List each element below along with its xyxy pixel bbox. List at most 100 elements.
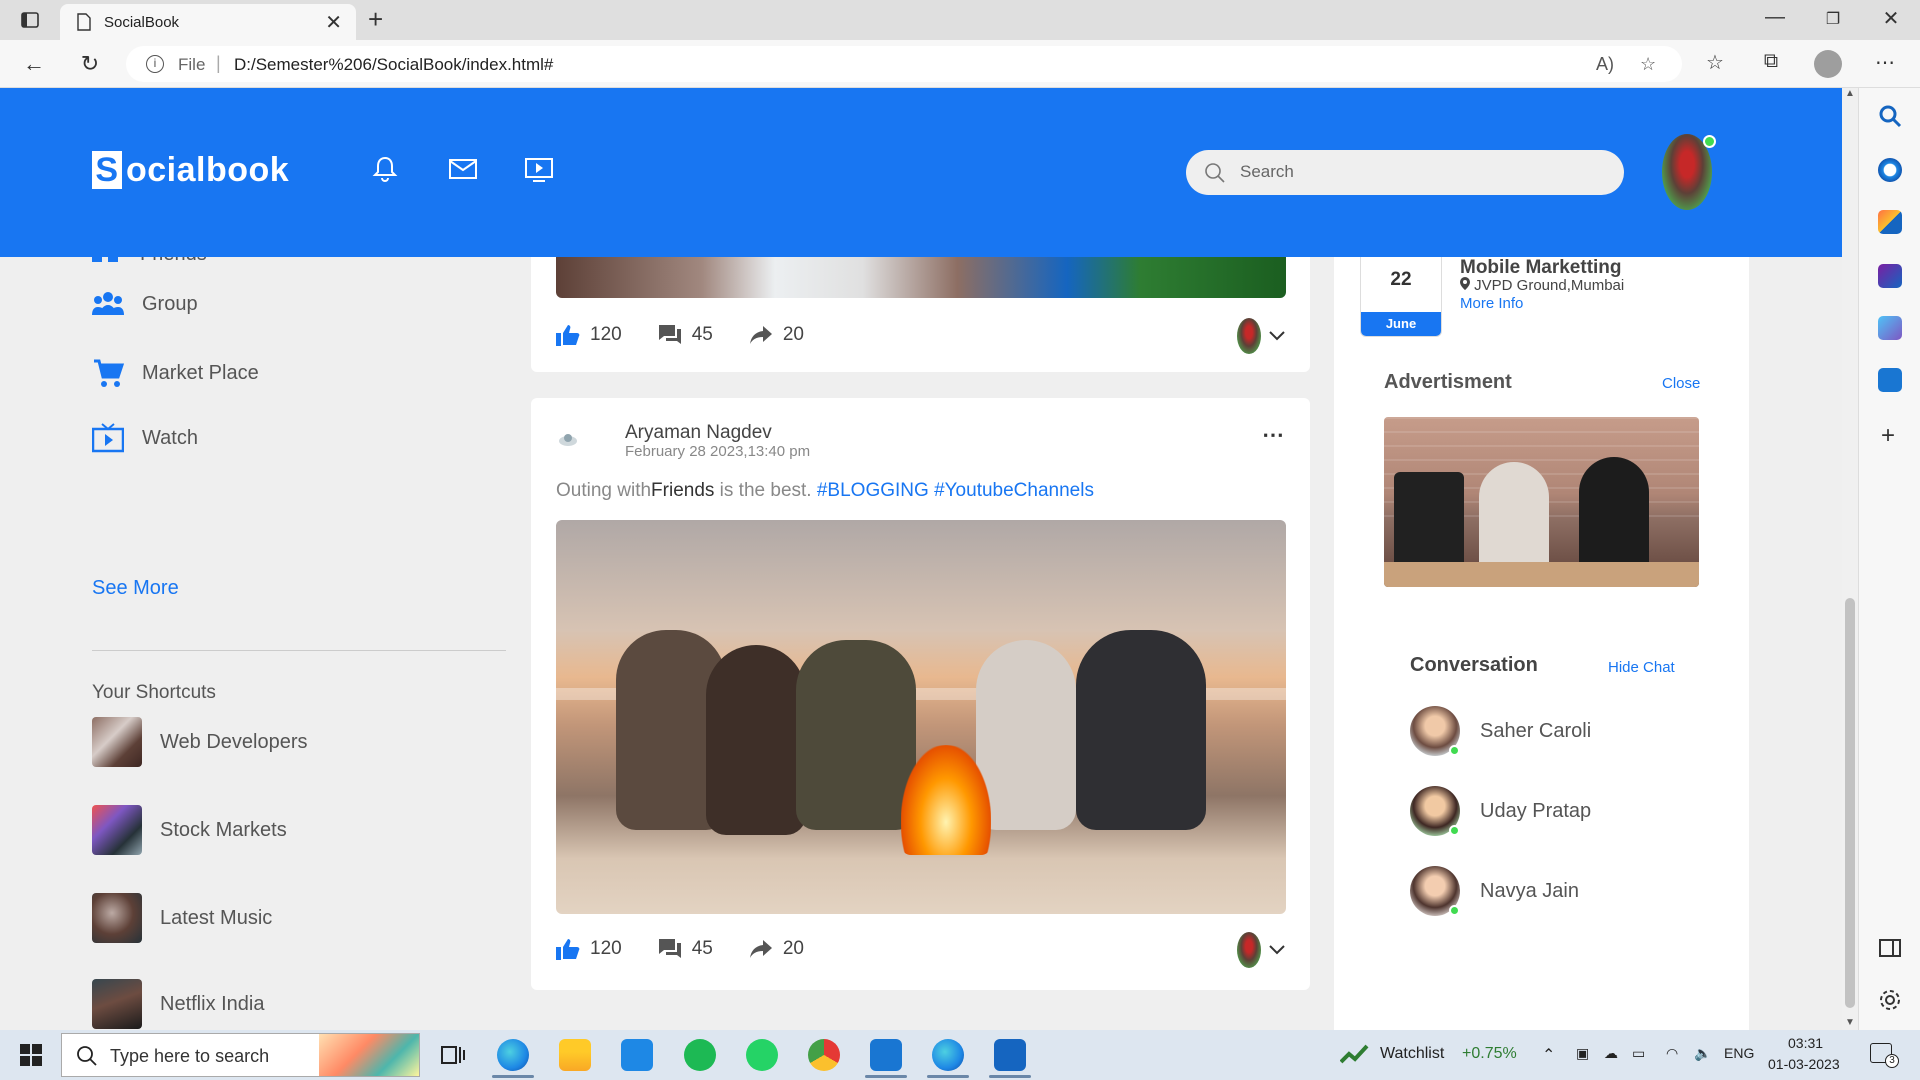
tab-actions-icon[interactable] (20, 10, 40, 30)
video-icon[interactable] (524, 154, 554, 184)
chrome-icon[interactable] (808, 1039, 840, 1071)
contact-item[interactable]: Uday Pratap (1410, 786, 1591, 836)
minimize-button[interactable]: — (1752, 6, 1798, 29)
ad-image[interactable] (1384, 417, 1699, 587)
author-avatar[interactable] (556, 428, 580, 452)
active-app-indicator (927, 1075, 969, 1078)
site-logo[interactable]: S ocialbook (92, 150, 289, 190)
ad-close-link[interactable]: Close (1662, 375, 1700, 392)
watchlist-change: +0.75% (1462, 1045, 1517, 1062)
address-bar[interactable]: i File | D:/Semester%206/SocialBook/inde… (126, 46, 1682, 82)
shortcut-thumbnail (92, 717, 142, 767)
collections-icon[interactable]: ⧉ (1756, 50, 1786, 73)
thumbs-up-icon (556, 325, 580, 346)
bing-chat-icon[interactable] (1878, 158, 1902, 182)
spotify-icon[interactable] (684, 1039, 716, 1071)
shortcut-thumbnail (92, 979, 142, 1029)
refresh-button[interactable]: ↻ (76, 50, 104, 78)
clock-time[interactable]: 03:31 (1788, 1035, 1823, 1051)
back-button[interactable]: ← (20, 50, 48, 78)
games-icon[interactable] (1878, 264, 1902, 288)
shortcut-web-developers[interactable]: Web Developers (92, 717, 307, 767)
sidebar-item-watch[interactable]: Watch (92, 423, 198, 453)
edge-icon[interactable] (497, 1039, 529, 1071)
search-input[interactable] (1240, 159, 1600, 185)
more-options-icon[interactable]: ⋯ (1262, 422, 1285, 448)
sidebar-item-market-place[interactable]: Market Place (92, 357, 259, 389)
notification-icon[interactable]: 3 (1870, 1043, 1899, 1068)
favorite-add-icon[interactable]: ☆ (1640, 54, 1656, 75)
vscode-icon[interactable] (870, 1039, 902, 1071)
info-icon[interactable]: i (146, 55, 164, 73)
device-icon[interactable]: ▣ (1576, 1045, 1589, 1062)
task-view-icon[interactable] (436, 1039, 468, 1071)
like-action[interactable]: 120 (556, 324, 622, 346)
shortcut-netflix-india[interactable]: Netflix India (92, 979, 265, 1029)
hashtag-link[interactable]: #YoutubeChannels (934, 480, 1094, 501)
scrollbar-thumb[interactable] (1845, 598, 1855, 1008)
close-tab-icon[interactable]: ✕ (325, 10, 342, 35)
hashtag-link[interactable]: #BLOGGING (817, 480, 929, 501)
post-image[interactable] (556, 520, 1286, 914)
scroll-down-icon[interactable]: ▼ (1845, 1017, 1855, 1028)
event-more-info-link[interactable]: More Info (1460, 295, 1523, 312)
close-window-button[interactable]: ✕ (1868, 6, 1914, 31)
favorites-icon[interactable]: ☆ (1700, 50, 1730, 75)
mail-icon[interactable] (621, 1039, 653, 1071)
clock-date[interactable]: 01-03-2023 (1768, 1056, 1840, 1072)
ad-heading: Advertisment (1384, 371, 1512, 393)
file-explorer-icon[interactable] (559, 1039, 591, 1071)
like-action[interactable]: 120 (556, 938, 622, 960)
profile-icon[interactable] (1814, 50, 1842, 78)
more-menu-icon[interactable]: ⋯ (1870, 50, 1900, 75)
shortcut-stock-markets[interactable]: Stock Markets (92, 805, 287, 855)
contact-item[interactable]: Saher Caroli (1410, 706, 1591, 756)
site-search[interactable] (1186, 150, 1624, 195)
wifi-icon[interactable]: ◠ (1666, 1045, 1678, 1062)
bell-icon[interactable] (370, 154, 400, 184)
share-action[interactable]: 20 (749, 324, 804, 346)
post-actions: 120 45 20 (556, 938, 1286, 960)
cloud-icon[interactable]: ☁ (1604, 1045, 1618, 1062)
watchlist-label[interactable]: Watchlist (1380, 1045, 1444, 1063)
new-tab-button[interactable]: + (368, 4, 383, 35)
scroll-up-icon[interactable]: ▲ (1845, 88, 1855, 99)
contact-name: Saher Caroli (1480, 719, 1592, 742)
post-author[interactable]: Aryaman Nagdev (625, 422, 772, 444)
search-icon[interactable] (1878, 104, 1902, 128)
post-text-highlight: Friends (651, 480, 715, 501)
page-scrollbar[interactable]: ▲ ▼ (1842, 88, 1858, 1030)
shortcut-latest-music[interactable]: Latest Music (92, 893, 272, 943)
office-icon[interactable] (1878, 316, 1902, 340)
sidebar-layout-icon[interactable] (1878, 936, 1902, 960)
maximize-button[interactable]: ❐ (1810, 9, 1856, 29)
comment-action[interactable]: 45 (658, 324, 713, 346)
whatsapp-icon[interactable] (746, 1039, 778, 1071)
post-audience-selector[interactable] (1237, 932, 1285, 968)
user-avatar[interactable] (1662, 134, 1716, 210)
contact-item[interactable]: Navya Jain (1410, 866, 1579, 916)
hide-chat-link[interactable]: Hide Chat (1608, 659, 1675, 676)
taskbar-search[interactable]: Type here to search (61, 1033, 420, 1077)
comment-action[interactable]: 45 (658, 938, 713, 960)
url-text[interactable]: D:/Semester%206/SocialBook/index.html# (234, 55, 553, 75)
add-icon[interactable]: + (1881, 422, 1895, 450)
volume-icon[interactable]: 🔈 (1694, 1045, 1711, 1062)
gear-icon[interactable] (1878, 988, 1902, 1012)
word-icon[interactable] (994, 1039, 1026, 1071)
chevron-up-icon[interactable]: ⌃ (1542, 1045, 1555, 1065)
edge-dev-icon[interactable] (932, 1039, 964, 1071)
outlook-icon[interactable] (1878, 368, 1902, 392)
read-aloud-icon[interactable]: A) (1596, 54, 1614, 75)
battery-icon[interactable]: ▭ (1632, 1045, 1645, 1062)
language-indicator[interactable]: ENG (1724, 1045, 1754, 1061)
shopping-icon[interactable] (1878, 210, 1902, 234)
sidebar-item-group[interactable]: Group (92, 289, 198, 319)
share-action[interactable]: 20 (749, 938, 804, 960)
avatar (1410, 786, 1460, 836)
see-more-link[interactable]: See More (92, 577, 179, 600)
mail-icon[interactable] (448, 154, 478, 184)
windows-start-icon[interactable] (20, 1044, 42, 1066)
post-audience-selector[interactable] (1237, 318, 1285, 354)
browser-tab[interactable]: SocialBook ✕ (60, 4, 356, 40)
